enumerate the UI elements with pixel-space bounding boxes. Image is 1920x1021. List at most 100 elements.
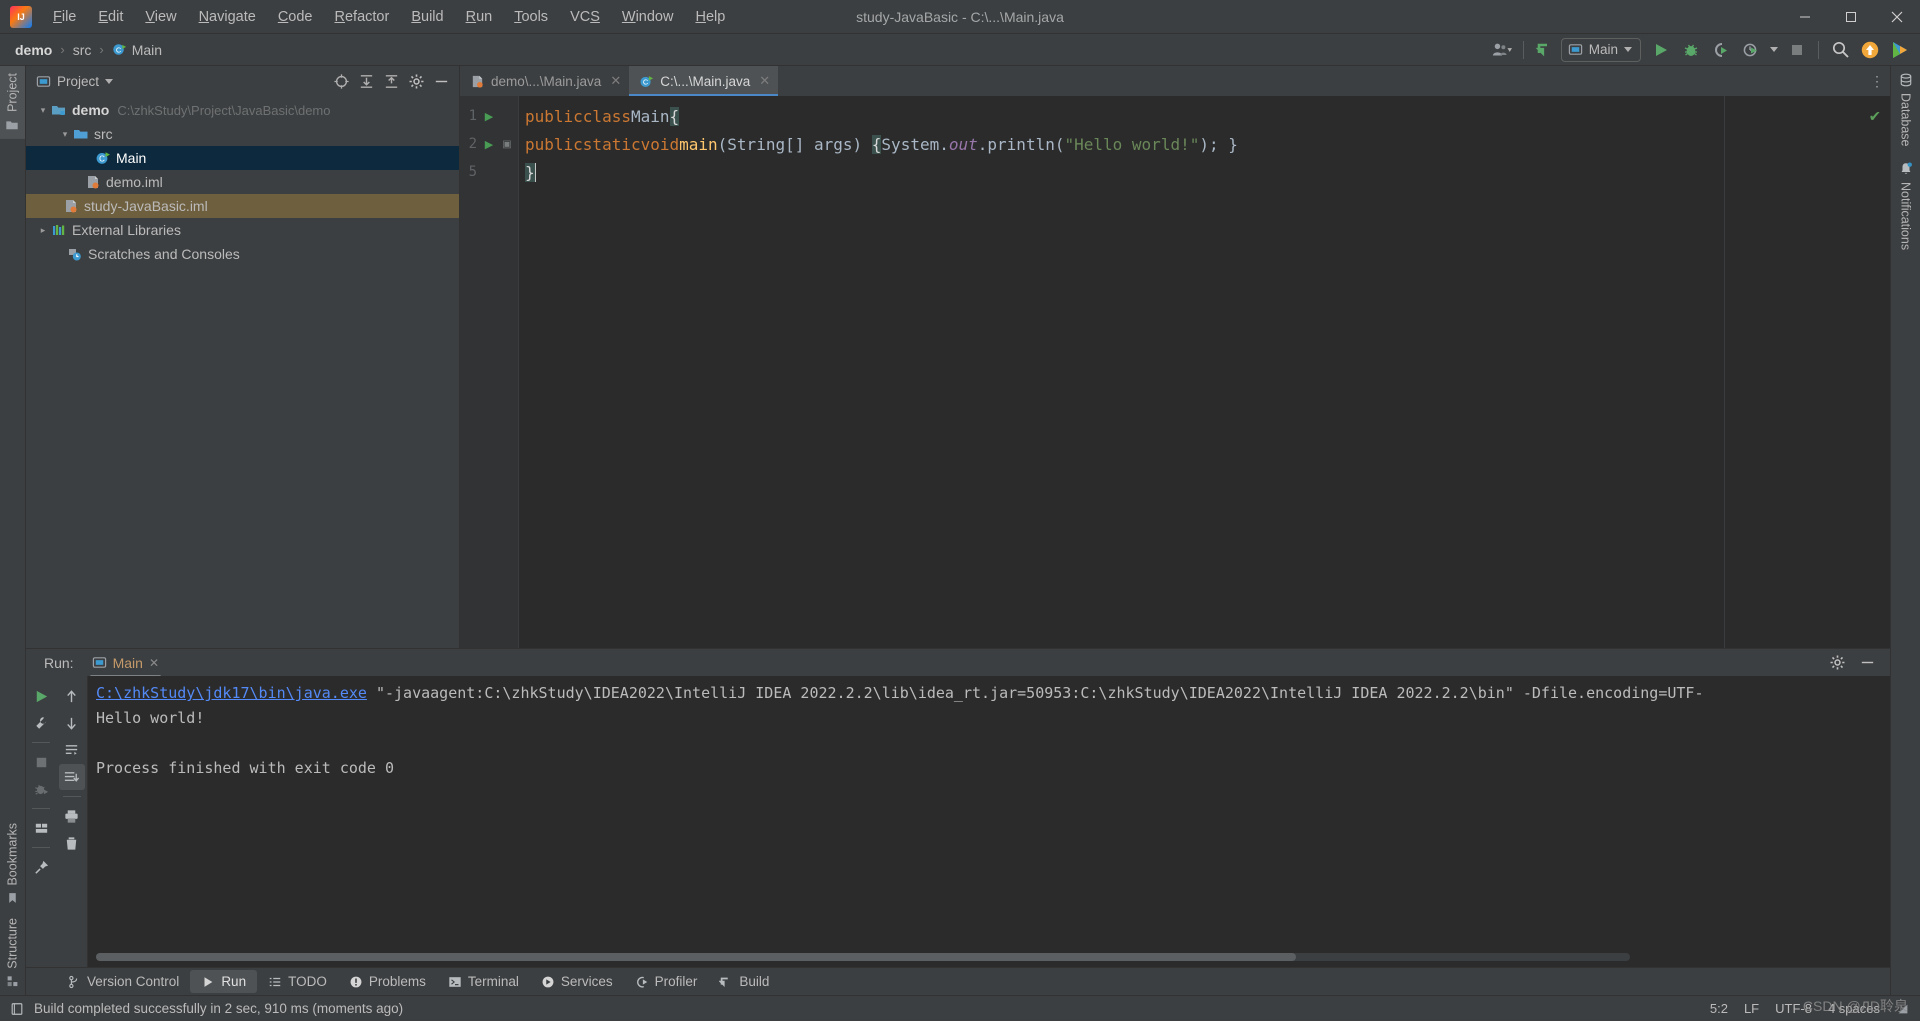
menu-navigate[interactable]: Navigate <box>188 3 267 31</box>
code-text[interactable]: public class Main { public static void m… <box>518 96 1890 648</box>
run-configuration-selector[interactable]: Main <box>1560 37 1641 62</box>
settings-icon[interactable] <box>1824 651 1850 675</box>
scroll-to-end-icon[interactable] <box>58 764 85 790</box>
editor-tab-c-main-java[interactable]: C C:\...\Main.java ✕ <box>629 66 779 96</box>
caret-position[interactable]: 5:2 <box>1710 1001 1728 1016</box>
pin-tab-icon[interactable] <box>28 854 54 880</box>
console-horizontal-scrollbar[interactable] <box>96 953 1630 961</box>
editor-tab-options-icon[interactable]: ⋮ <box>1864 66 1890 96</box>
hide-panel-icon[interactable] <box>429 69 453 93</box>
chevron-down-icon[interactable]: ▾ <box>36 105 50 116</box>
expand-all-icon[interactable] <box>354 69 378 93</box>
bottom-tab-run[interactable]: Run <box>190 970 258 993</box>
console-output[interactable]: C:\zhkStudy\jdk17\bin\java.exe "-javaage… <box>88 676 1890 967</box>
indent-setting[interactable]: 4 spaces <box>1828 1001 1880 1016</box>
tree-node-demo-iml[interactable]: demo.iml <box>26 170 459 194</box>
debug-button[interactable] <box>1677 37 1705 63</box>
print-icon[interactable] <box>59 803 85 829</box>
chevron-down-icon[interactable]: ▾ <box>58 129 72 140</box>
menu-run[interactable]: Run <box>455 3 504 31</box>
rail-tab-project[interactable]: Project <box>0 66 25 139</box>
close-button[interactable] <box>1874 0 1920 34</box>
editor-tab-demo-main-java[interactable]: demo\...\Main.java ✕ <box>460 66 630 96</box>
run-gutter-icon[interactable]: ▶ <box>483 138 495 151</box>
rail-tab-notifications[interactable]: Notifications <box>1895 154 1917 257</box>
bottom-tab-build[interactable]: Build <box>708 970 780 993</box>
edit-configuration-icon[interactable] <box>28 710 54 736</box>
breadcrumb-demo[interactable]: demo <box>10 40 57 60</box>
run-gutter-icon[interactable]: ▶ <box>483 110 495 123</box>
tree-node-external-libraries[interactable]: ▸ External Libraries <box>26 218 459 242</box>
account-icon[interactable] <box>1488 37 1516 63</box>
rerun-failed-icon[interactable] <box>28 776 54 802</box>
menu-window[interactable]: Window <box>611 3 685 31</box>
bottom-tab-terminal[interactable]: Terminal <box>437 970 530 993</box>
rail-tab-bookmarks[interactable]: Bookmarks <box>0 816 25 912</box>
menu-vcs[interactable]: VCS <box>559 3 611 31</box>
tree-node-src[interactable]: ▾ src <box>26 122 459 146</box>
menu-file[interactable]: File <box>42 3 87 31</box>
menu-code[interactable]: Code <box>267 3 324 31</box>
run-label: Run: <box>44 654 74 671</box>
close-icon[interactable]: ✕ <box>610 73 621 89</box>
menu-edit[interactable]: Edit <box>87 3 134 31</box>
fold-toggle-icon[interactable]: ▣ <box>501 139 513 150</box>
tree-node-study-javabasic-iml[interactable]: study-JavaBasic.iml <box>26 194 459 218</box>
rail-tab-structure[interactable]: Structure <box>0 911 25 995</box>
build-status-icon <box>10 1002 24 1016</box>
inspection-widget-icon[interactable] <box>1896 1002 1910 1016</box>
close-icon[interactable]: ✕ <box>759 73 770 89</box>
chevron-down-icon[interactable] <box>105 78 114 84</box>
editor-gutter[interactable]: 1 ▶ 2 ▶ ▣ 5 <box>460 96 518 648</box>
profiler-button[interactable] <box>1737 37 1765 63</box>
breadcrumb-src[interactable]: src <box>68 40 97 60</box>
up-icon[interactable] <box>59 683 85 709</box>
bottom-tab-label: Version Control <box>87 974 180 989</box>
tree-node-demo[interactable]: ▾ demo C:\zhkStudy\Project\JavaBasic\dem… <box>26 98 459 122</box>
close-icon[interactable]: ✕ <box>149 656 159 670</box>
ide-services-icon[interactable] <box>1886 37 1914 63</box>
rail-tab-database[interactable]: Database <box>1895 66 1917 154</box>
menu-view[interactable]: View <box>134 3 187 31</box>
menu-refactor[interactable]: Refactor <box>324 3 401 31</box>
inspection-status-icon[interactable]: ✔ <box>1870 106 1880 126</box>
collapse-all-icon[interactable] <box>379 69 403 93</box>
run-button[interactable] <box>1647 37 1675 63</box>
select-opened-file-icon[interactable] <box>329 69 353 93</box>
file-encoding[interactable]: UTF-8 <box>1775 1001 1812 1016</box>
menu-help[interactable]: Help <box>684 3 736 31</box>
tree-node-scratches-and-consoles[interactable]: Scratches and Consoles <box>26 242 459 266</box>
profiler-dropdown-icon[interactable] <box>1767 37 1781 63</box>
settings-icon[interactable] <box>404 69 428 93</box>
chevron-right-icon[interactable]: ▸ <box>36 225 50 236</box>
bottom-tab-todo[interactable]: TODO <box>257 970 338 993</box>
minimize-button[interactable] <box>1782 0 1828 34</box>
scrollbar-thumb[interactable] <box>96 953 1296 961</box>
java-exe-link[interactable]: C:\zhkStudy\jdk17\bin\java.exe <box>96 684 367 702</box>
clear-all-icon[interactable] <box>59 830 85 856</box>
bottom-tab-problems[interactable]: Problems <box>338 970 437 993</box>
menu-tools[interactable]: Tools <box>503 3 559 31</box>
menu-build[interactable]: Build <box>400 3 454 31</box>
stop-icon[interactable] <box>28 749 54 775</box>
maximize-button[interactable] <box>1828 0 1874 34</box>
stop-button[interactable] <box>1783 37 1811 63</box>
search-everywhere-icon[interactable] <box>1826 37 1854 63</box>
bottom-tab-version-control[interactable]: Version Control <box>56 970 190 993</box>
bottom-tab-profiler[interactable]: Profiler <box>624 970 709 993</box>
toolbar-divider <box>32 808 50 809</box>
run-with-coverage-button[interactable] <box>1707 37 1735 63</box>
tree-node-main[interactable]: C Main <box>26 146 459 170</box>
breadcrumb-main[interactable]: C Main <box>107 40 167 60</box>
vcs-update-icon[interactable] <box>1531 37 1559 63</box>
ide-update-icon[interactable] <box>1856 37 1884 63</box>
rerun-icon[interactable] <box>28 683 54 709</box>
soft-wrap-icon[interactable] <box>59 737 85 763</box>
down-icon[interactable] <box>59 710 85 736</box>
line-separator[interactable]: LF <box>1744 1001 1759 1016</box>
run-tab-main[interactable]: Main ✕ <box>88 652 163 678</box>
hide-panel-icon[interactable] <box>1854 651 1880 675</box>
layout-icon[interactable] <box>28 815 54 841</box>
bottom-tab-services[interactable]: Services <box>530 970 624 993</box>
code-editor[interactable]: 1 ▶ 2 ▶ ▣ 5 public class Main {public s… <box>460 96 1890 648</box>
